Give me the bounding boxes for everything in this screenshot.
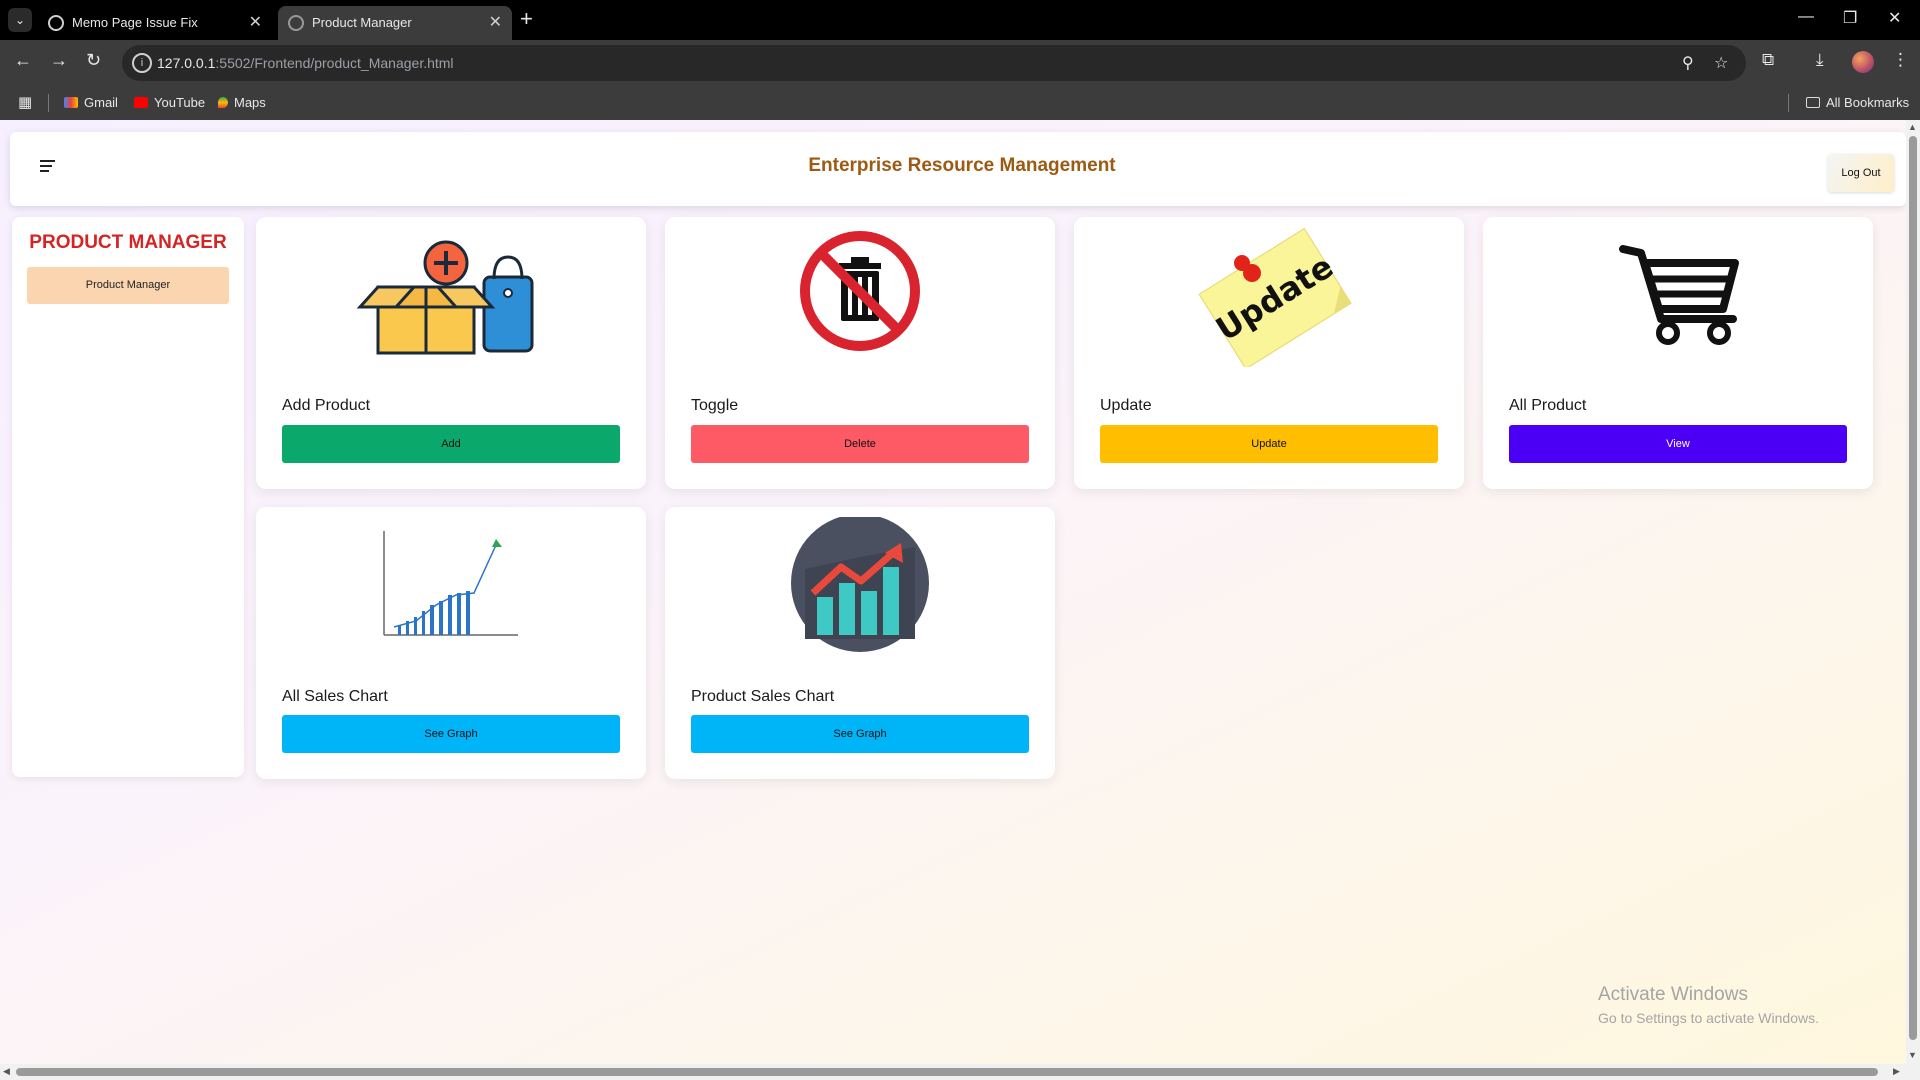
minimize-icon[interactable]: — bbox=[1798, 8, 1814, 26]
forward-arrow-icon[interactable]: → bbox=[50, 50, 68, 71]
card-all-product: All Product View bbox=[1483, 217, 1873, 489]
tab-title: Memo Page Issue Fix bbox=[72, 15, 198, 30]
url-path: :5502/Frontend/product_Manager.html bbox=[215, 55, 454, 71]
see-graph-button[interactable]: See Graph bbox=[691, 715, 1029, 753]
address-bar[interactable]: i 127.0.0.1:5502/Frontend/product_Manage… bbox=[122, 45, 1746, 81]
reload-icon[interactable]: ↻ bbox=[86, 50, 101, 71]
vertical-scroll-thumb[interactable] bbox=[1909, 136, 1917, 1040]
card-label: Product Sales Chart bbox=[691, 688, 835, 705]
card-label: All Sales Chart bbox=[282, 688, 388, 705]
globe-icon bbox=[288, 15, 304, 31]
folder-icon bbox=[1806, 97, 1820, 108]
logout-button[interactable]: Log Out bbox=[1828, 154, 1894, 192]
apps-grid-icon[interactable]: ▦ bbox=[18, 93, 32, 111]
tab-favicon-icon bbox=[48, 15, 64, 31]
card-toggle: Toggle Delete bbox=[665, 217, 1055, 489]
page-viewport: Enterprise Resource Management Log Out P… bbox=[0, 120, 1920, 1080]
update-button[interactable]: Update bbox=[1100, 425, 1438, 463]
bookmarks-bar: ▦ Gmail YouTube Maps All Bookmarks bbox=[0, 86, 1920, 120]
sidebar-title: PRODUCT MANAGER bbox=[29, 232, 227, 253]
gmail-icon bbox=[64, 97, 78, 108]
bookmark-label: Maps bbox=[234, 95, 266, 110]
card-label: Toggle bbox=[691, 397, 739, 414]
maps-icon bbox=[218, 97, 228, 108]
vertical-scrollbar[interactable]: ▲ ▼ bbox=[1906, 120, 1920, 1064]
see-graph-button[interactable]: See Graph bbox=[282, 715, 620, 753]
bookmark-youtube[interactable]: YouTube bbox=[134, 95, 205, 110]
browser-tab-memo[interactable]: Memo Page Issue Fix ✕ bbox=[38, 6, 272, 40]
scroll-up-arrow-icon[interactable]: ▲ bbox=[1908, 122, 1917, 132]
site-info-icon[interactable]: i bbox=[132, 53, 152, 73]
windows-activation-watermark: Activate Windows Go to Settings to activ… bbox=[1598, 984, 1819, 1026]
card-label: Update bbox=[1100, 397, 1152, 414]
bookmarks-divider bbox=[48, 94, 49, 112]
scroll-down-arrow-icon[interactable]: ▼ bbox=[1908, 1050, 1917, 1060]
tab-search-button[interactable]: ⌄ bbox=[8, 8, 32, 32]
bookmarks-divider bbox=[1788, 94, 1789, 112]
sales-line-chart-icon bbox=[256, 517, 646, 657]
card-product-sales-chart: Product Sales Chart See Graph bbox=[665, 507, 1055, 779]
url-host: 127.0.0.1 bbox=[157, 55, 216, 71]
back-arrow-icon[interactable]: ← bbox=[14, 50, 32, 71]
no-trash-icon bbox=[665, 227, 1055, 367]
add-product-box-icon bbox=[256, 227, 646, 367]
tab-title: Product Manager bbox=[312, 15, 412, 30]
sidebar: PRODUCT MANAGER Product Manager bbox=[12, 217, 244, 777]
new-tab-plus-icon[interactable]: + bbox=[520, 6, 533, 32]
bookmark-label: Gmail bbox=[84, 95, 118, 110]
all-bookmarks-label: All Bookmarks bbox=[1826, 95, 1910, 110]
delete-button[interactable]: Delete bbox=[691, 425, 1029, 463]
tab-close-icon[interactable]: ✕ bbox=[489, 12, 502, 32]
bookmark-maps[interactable]: Maps bbox=[218, 95, 266, 110]
window-close-icon[interactable]: ✕ bbox=[1888, 8, 1901, 28]
watermark-line-2: Go to Settings to activate Windows. bbox=[1598, 1010, 1819, 1026]
horizontal-scroll-thumb[interactable] bbox=[16, 1068, 1878, 1076]
restore-icon[interactable]: ❐ bbox=[1843, 8, 1857, 28]
horizontal-scrollbar[interactable]: ◀ ▶ bbox=[0, 1064, 1920, 1080]
all-bookmarks[interactable]: All Bookmarks bbox=[1806, 95, 1909, 110]
scroll-right-arrow-icon[interactable]: ▶ bbox=[1893, 1066, 1900, 1077]
app-header: Enterprise Resource Management Log Out bbox=[10, 132, 1906, 206]
view-button[interactable]: View bbox=[1509, 425, 1847, 463]
scroll-left-arrow-icon[interactable]: ◀ bbox=[3, 1066, 10, 1077]
add-button[interactable]: Add bbox=[282, 425, 620, 463]
bookmark-star-icon[interactable]: ☆ bbox=[1714, 53, 1728, 73]
bookmark-label: YouTube bbox=[154, 95, 206, 110]
card-label: Add Product bbox=[282, 397, 371, 414]
shopping-cart-icon bbox=[1483, 227, 1873, 367]
browser-tab-product-manager[interactable]: Product Manager ✕ bbox=[278, 6, 512, 40]
download-icon[interactable]: ⤓ bbox=[1816, 50, 1824, 70]
menu-kebab-icon[interactable]: ⋮ bbox=[1892, 50, 1909, 70]
update-sticky-note-icon: Update bbox=[1074, 227, 1464, 370]
watermark-line-1: Activate Windows bbox=[1598, 984, 1748, 1005]
browser-toolbar: ← → ↻ i 127.0.0.1:5502/Frontend/product_… bbox=[0, 40, 1920, 86]
zoom-icon[interactable]: ⚲ bbox=[1682, 53, 1694, 73]
tab-close-icon[interactable]: ✕ bbox=[249, 12, 262, 32]
sidebar-item-product-manager[interactable]: Product Manager bbox=[27, 267, 229, 304]
url-text: 127.0.0.1:5502/Frontend/product_Manager.… bbox=[157, 55, 454, 71]
app-title: Enterprise Resource Management bbox=[808, 155, 1116, 176]
card-label: All Product bbox=[1509, 397, 1587, 414]
browser-tab-bar: ⌄ Memo Page Issue Fix ✕ Product Manager … bbox=[0, 0, 1920, 40]
card-update: Update Update Update bbox=[1074, 217, 1464, 489]
profile-avatar[interactable] bbox=[1852, 51, 1874, 73]
youtube-icon bbox=[134, 97, 148, 108]
extensions-icon[interactable]: ⧉ bbox=[1762, 50, 1774, 70]
card-add-product: Add Product Add bbox=[256, 217, 646, 489]
bookmark-gmail[interactable]: Gmail bbox=[64, 95, 118, 110]
product-sales-chart-icon bbox=[665, 514, 1055, 657]
card-all-sales-chart: All Sales Chart See Graph bbox=[256, 507, 646, 779]
